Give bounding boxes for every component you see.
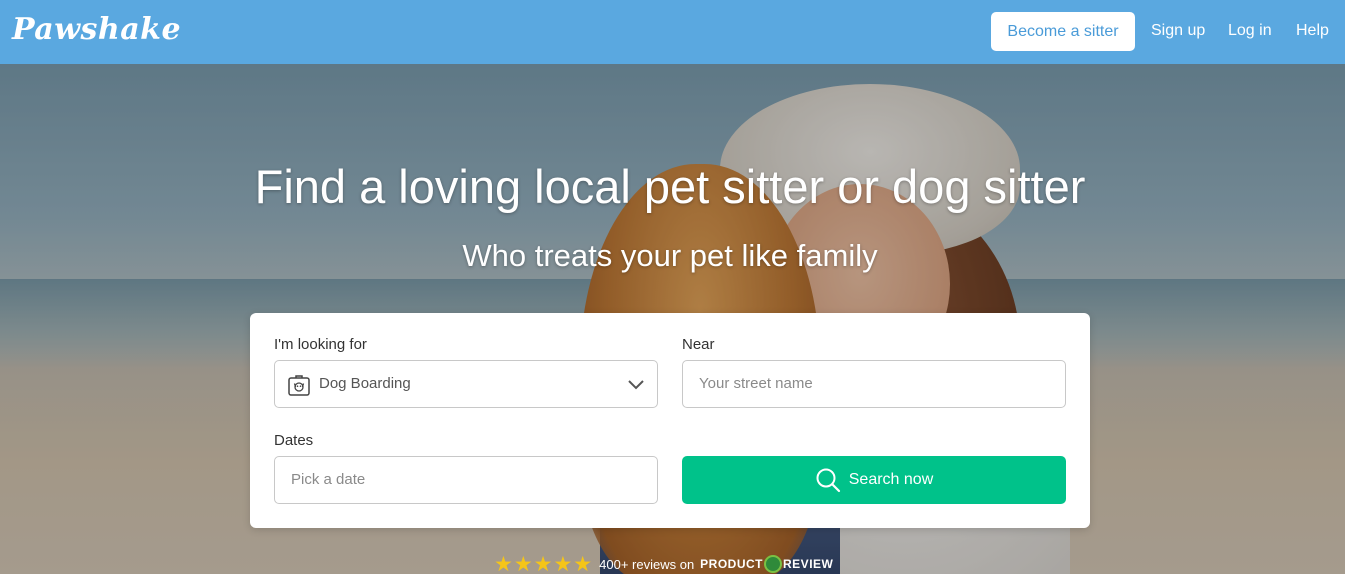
- street-name-input[interactable]: Your street name: [682, 360, 1066, 408]
- search-card: I'm looking for Dog Boarding Near Your s…: [250, 313, 1090, 528]
- date-picker-input[interactable]: Pick a date: [274, 456, 658, 504]
- search-now-label: Search now: [848, 471, 934, 488]
- hero-headline: Find a loving local pet sitter or dog si…: [254, 160, 1086, 213]
- hero-subheadline: Who treats your pet like family: [462, 238, 878, 273]
- search-icon: [816, 468, 840, 493]
- productreview-badge-icon: [764, 555, 783, 573]
- service-select[interactable]: Dog Boarding: [274, 360, 658, 408]
- near-label: Near: [682, 336, 715, 353]
- looking-for-label: I'm looking for: [274, 336, 367, 353]
- productreview-logo-right: REVIEW: [783, 557, 834, 571]
- pawshake-logo[interactable]: Pawshake: [12, 12, 181, 47]
- log-in-link[interactable]: Log in: [1228, 22, 1272, 40]
- reviews-count-text: 400+ reviews on: [599, 556, 695, 572]
- productreview-logo-left: PRODUCT: [700, 557, 764, 571]
- top-navbar: Pawshake Become a sitter Sign up Log in …: [0, 0, 1345, 64]
- reviews-strip[interactable]: ★★★★★ 400+ reviews on PRODUCT REVIEW: [494, 554, 833, 574]
- service-select-value: Dog Boarding: [319, 375, 411, 392]
- date-picker-placeholder: Pick a date: [291, 471, 366, 488]
- search-now-button[interactable]: Search now: [682, 456, 1066, 504]
- dates-label: Dates: [274, 432, 314, 449]
- help-link[interactable]: Help: [1296, 22, 1329, 40]
- sign-up-link[interactable]: Sign up: [1151, 22, 1205, 40]
- dog-boarding-icon: [288, 375, 310, 396]
- become-sitter-button[interactable]: Become a sitter: [991, 12, 1135, 51]
- street-name-placeholder: Your street name: [699, 375, 813, 392]
- hero-section: Find a loving local pet sitter or dog si…: [0, 64, 1345, 574]
- chevron-down-icon: [628, 380, 644, 390]
- rating-stars: ★★★★★: [494, 552, 594, 574]
- productreview-logo: PRODUCT REVIEW: [700, 555, 833, 573]
